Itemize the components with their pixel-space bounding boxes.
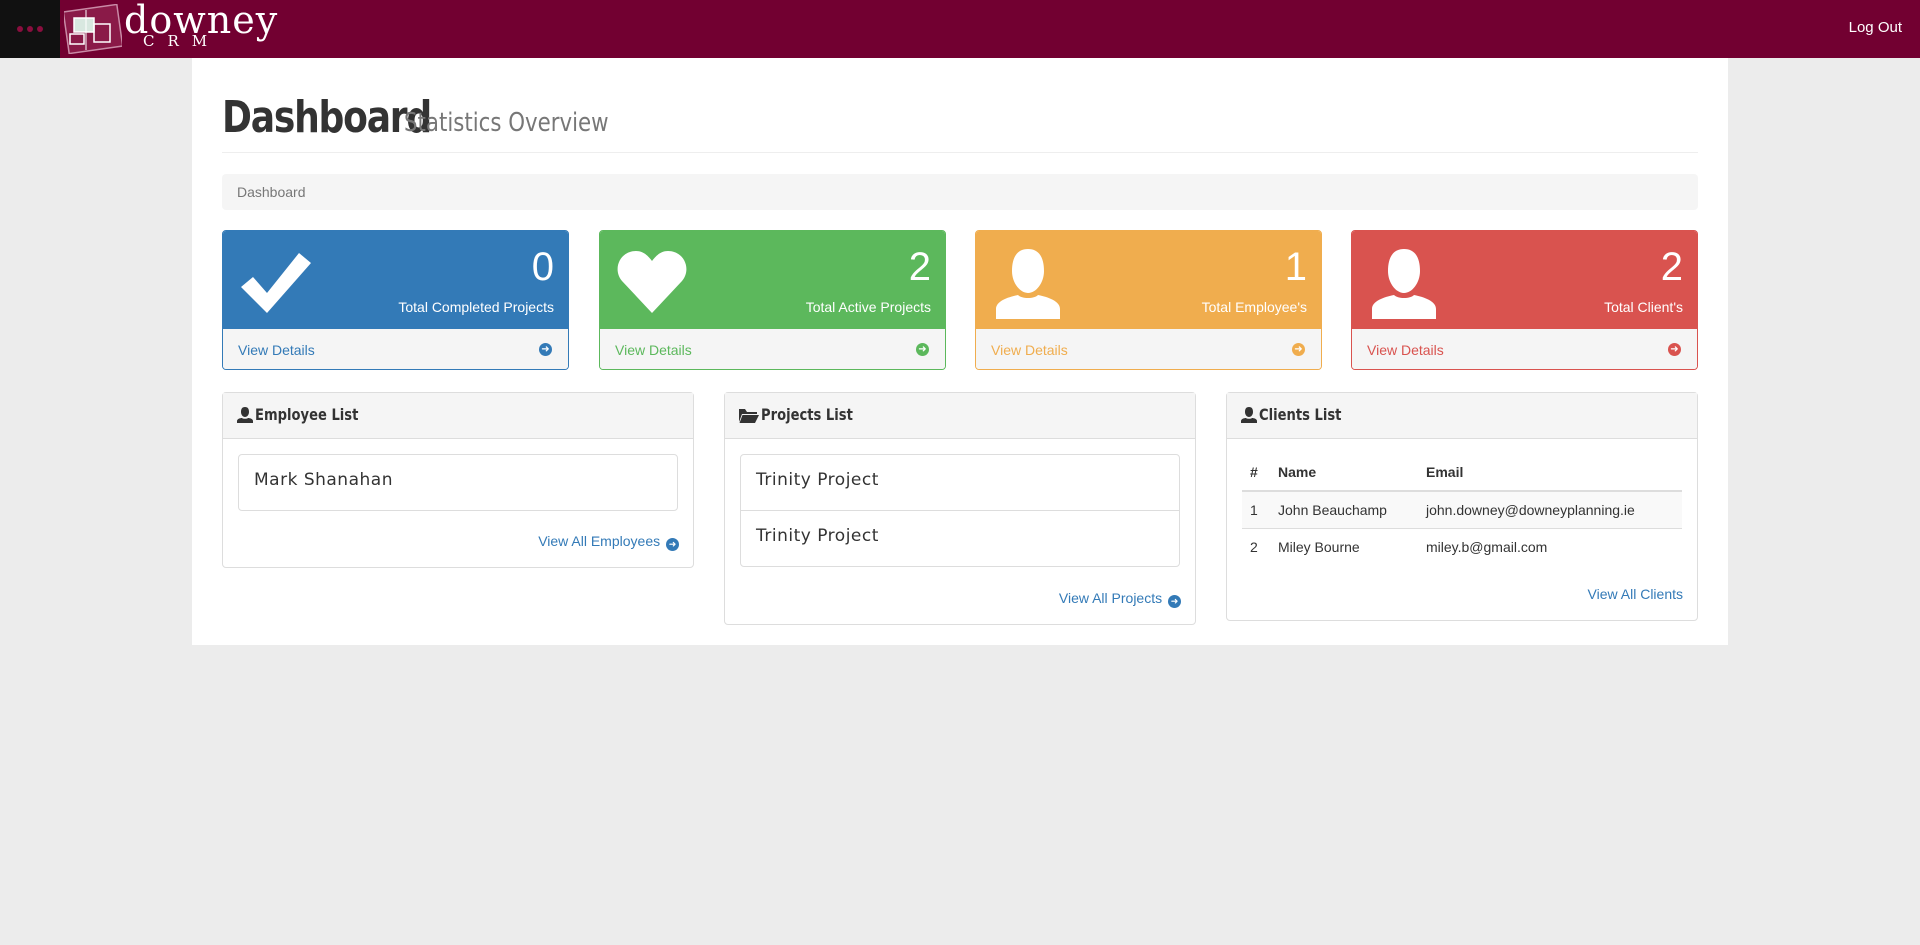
stat-panel-employees: 1 Total Employee's View Details ➜ — [975, 230, 1322, 370]
brand-logo-link[interactable]: downey CRM — [60, 0, 277, 58]
arrow-circle-right-icon: ➜ — [539, 343, 552, 356]
view-details-label: View Details — [615, 342, 692, 358]
view-all-label: View All Projects — [1058, 590, 1163, 606]
arrow-circle-right-icon: ➜ — [666, 538, 679, 551]
page-header: Dashboard Statistics Overview — [222, 92, 1698, 153]
project-name: Trinity Project — [756, 470, 879, 490]
panel-heading: Clients List — [1227, 393, 1697, 439]
list-item[interactable]: Mark Shanahan — [238, 454, 678, 511]
view-all-clients-link[interactable]: View All Clients — [1588, 586, 1683, 602]
table-cell: 1 — [1242, 490, 1270, 529]
clients-list-panel: Clients List # Name Email 1 John Beaucha… — [1226, 392, 1698, 621]
menu-dot-icon — [17, 26, 23, 32]
main-content: Dashboard Statistics Overview Dashboard … — [192, 58, 1728, 645]
stat-panel-heading: 1 Total Employee's — [976, 231, 1321, 329]
stat-label: Total Completed Projects — [398, 299, 554, 315]
panel-heading: Employee List — [223, 393, 693, 439]
breadcrumb-item-dashboard: Dashboard — [237, 184, 306, 200]
arrow-circle-right-icon: ➜ — [1292, 343, 1305, 356]
column-header: # — [1242, 453, 1270, 492]
table-row[interactable]: 2 Miley Bourne miley.b@gmail.com — [1242, 528, 1682, 565]
heart-icon — [617, 251, 687, 313]
table-cell: 2 — [1242, 528, 1270, 565]
table-header-row: # Name Email — [1242, 453, 1682, 492]
view-all-label: View All Employees — [538, 533, 661, 549]
stat-panel-heading: 2 Total Client's — [1352, 231, 1697, 329]
view-details-link-employees[interactable]: View Details ➜ — [976, 329, 1321, 369]
column-header: Email — [1418, 453, 1682, 492]
view-details-link-completed[interactable]: View Details ➜ — [223, 329, 568, 369]
table-row[interactable]: 1 John Beauchamp john.downey@downeyplann… — [1242, 490, 1682, 529]
stat-label: Total Employee's — [1201, 299, 1307, 315]
stat-panel-clients: 2 Total Client's View Details ➜ — [1351, 230, 1698, 370]
brand-subtitle: CRM — [143, 32, 221, 50]
stat-label: Total Client's — [1604, 299, 1683, 315]
view-all-employees-link[interactable]: View All Employees ➜ — [538, 533, 679, 551]
breadcrumb: Dashboard — [222, 174, 1698, 210]
view-details-link-clients[interactable]: View Details ➜ — [1352, 329, 1697, 369]
project-name: Trinity Project — [756, 526, 879, 546]
stat-panel-heading: 2 Total Active Projects — [600, 231, 945, 329]
panel-title: Employee List — [255, 405, 359, 424]
view-details-label: View Details — [1367, 342, 1444, 358]
stat-value: 2 — [1660, 245, 1683, 289]
panel-heading: Projects List — [725, 393, 1195, 439]
user-icon — [1372, 249, 1436, 319]
clients-table: # Name Email 1 John Beauchamp john.downe… — [1242, 453, 1682, 565]
stat-panel-heading: 0 Total Completed Projects — [223, 231, 568, 329]
top-navbar: downey CRM Log Out — [0, 0, 1920, 58]
view-all-projects-link[interactable]: View All Projects ➜ — [1059, 590, 1181, 608]
arrow-circle-right-icon: ➜ — [1168, 595, 1181, 608]
user-icon — [237, 407, 253, 423]
check-icon — [241, 253, 311, 313]
stat-value: 1 — [1284, 245, 1307, 289]
list-item[interactable]: Trinity Project — [740, 454, 1180, 511]
arrow-circle-right-icon: ➜ — [916, 343, 929, 356]
panel-title: Projects List — [761, 405, 853, 424]
employee-list-panel: Employee List Mark Shanahan View All Emp… — [222, 392, 694, 568]
list-item[interactable]: Trinity Project — [740, 510, 1180, 567]
user-icon — [1241, 407, 1257, 423]
logo-icon — [64, 4, 122, 54]
page-title: Dashboard — [222, 92, 432, 143]
table-cell: Miley Bourne — [1270, 528, 1418, 565]
page-subtitle: Statistics Overview — [404, 108, 609, 138]
stat-value: 0 — [531, 245, 554, 289]
table-cell: john.downey@downeyplanning.ie — [1418, 490, 1682, 529]
menu-dot-icon — [37, 26, 43, 32]
stat-label: Total Active Projects — [805, 299, 931, 315]
view-details-link-active[interactable]: View Details ➜ — [600, 329, 945, 369]
table-cell: John Beauchamp — [1270, 490, 1418, 529]
table-cell: miley.b@gmail.com — [1418, 528, 1682, 565]
folder-open-icon — [739, 409, 759, 423]
menu-dot-icon — [27, 26, 33, 32]
stat-panel-active-projects: 2 Total Active Projects View Details ➜ — [599, 230, 946, 370]
column-header: Name — [1270, 453, 1418, 492]
stat-value: 2 — [908, 245, 931, 289]
view-details-label: View Details — [991, 342, 1068, 358]
arrow-circle-right-icon: ➜ — [1668, 343, 1681, 356]
stat-panel-completed-projects: 0 Total Completed Projects View Details … — [222, 230, 569, 370]
projects-list-panel: Projects List Trinity Project Trinity Pr… — [724, 392, 1196, 625]
panel-title: Clients List — [1259, 405, 1342, 424]
menu-toggle-button[interactable] — [0, 0, 60, 58]
employee-name: Mark Shanahan — [254, 470, 393, 490]
logout-link[interactable]: Log Out — [1849, 19, 1902, 36]
user-icon — [996, 249, 1060, 319]
view-details-label: View Details — [238, 342, 315, 358]
